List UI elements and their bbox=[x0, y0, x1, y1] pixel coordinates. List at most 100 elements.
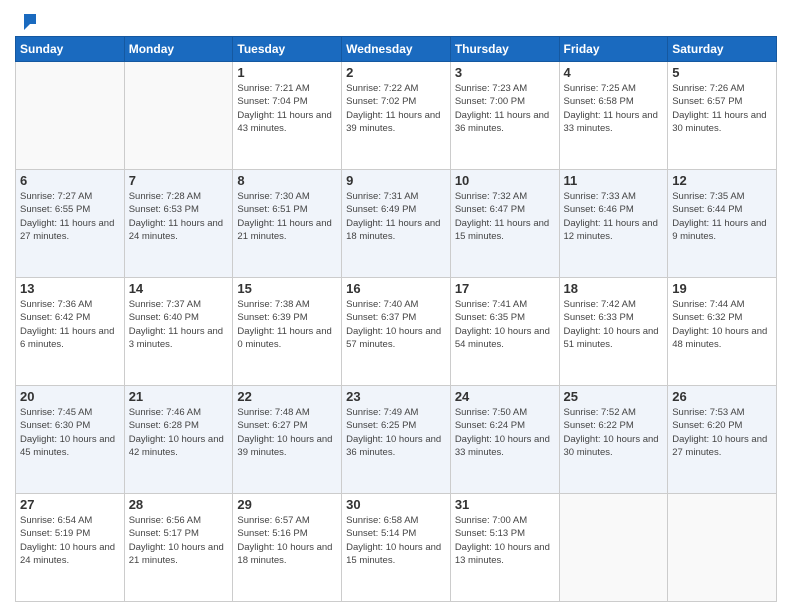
day-info: Sunrise: 7:30 AMSunset: 6:51 PMDaylight:… bbox=[237, 190, 337, 243]
day-number: 2 bbox=[346, 65, 446, 80]
day-number: 14 bbox=[129, 281, 229, 296]
day-info: Sunrise: 7:33 AMSunset: 6:46 PMDaylight:… bbox=[564, 190, 664, 243]
weekday-header: Thursday bbox=[450, 37, 559, 62]
calendar-cell: 30 Sunrise: 6:58 AMSunset: 5:14 PMDayligh… bbox=[342, 494, 451, 602]
day-number: 8 bbox=[237, 173, 337, 188]
day-number: 18 bbox=[564, 281, 664, 296]
weekday-header: Monday bbox=[124, 37, 233, 62]
day-number: 30 bbox=[346, 497, 446, 512]
calendar-cell: 21 Sunrise: 7:46 AMSunset: 6:28 PMDayligh… bbox=[124, 386, 233, 494]
calendar-cell: 17 Sunrise: 7:41 AMSunset: 6:35 PMDayligh… bbox=[450, 278, 559, 386]
calendar-cell: 26Sunrise: 7:53 AMSunset: 6:20 PMDayligh… bbox=[668, 386, 777, 494]
calendar: SundayMondayTuesdayWednesdayThursdayFrid… bbox=[15, 36, 777, 602]
day-info: Sunrise: 7:42 AMSunset: 6:33 PMDaylight:… bbox=[564, 298, 664, 351]
weekday-header: Wednesday bbox=[342, 37, 451, 62]
day-info: Sunrise: 7:49 AMSunset: 6:25 PMDaylight:… bbox=[346, 406, 446, 459]
day-info: Sunrise: 6:54 AMSunset: 5:19 PMDaylight:… bbox=[20, 514, 120, 567]
day-number: 5 bbox=[672, 65, 772, 80]
calendar-cell: 7 Sunrise: 7:28 AMSunset: 6:53 PMDaylight… bbox=[124, 170, 233, 278]
header bbox=[15, 10, 777, 28]
day-number: 6 bbox=[20, 173, 120, 188]
day-number: 21 bbox=[129, 389, 229, 404]
day-info: Sunrise: 6:58 AMSunset: 5:14 PMDaylight:… bbox=[346, 514, 446, 567]
calendar-week-row: 13 Sunrise: 7:36 AMSunset: 6:42 PMDayligh… bbox=[16, 278, 777, 386]
calendar-cell: 22 Sunrise: 7:48 AMSunset: 6:27 PMDayligh… bbox=[233, 386, 342, 494]
day-number: 20 bbox=[20, 389, 120, 404]
day-info: Sunrise: 7:41 AMSunset: 6:35 PMDaylight:… bbox=[455, 298, 555, 351]
day-info: Sunrise: 7:27 AMSunset: 6:55 PMDaylight:… bbox=[20, 190, 120, 243]
day-info: Sunrise: 7:22 AMSunset: 7:02 PMDaylight:… bbox=[346, 82, 446, 135]
day-info: Sunrise: 7:31 AMSunset: 6:49 PMDaylight:… bbox=[346, 190, 446, 243]
weekday-header-row: SundayMondayTuesdayWednesdayThursdayFrid… bbox=[16, 37, 777, 62]
day-info: Sunrise: 7:25 AMSunset: 6:58 PMDaylight:… bbox=[564, 82, 664, 135]
calendar-cell: 11 Sunrise: 7:33 AMSunset: 6:46 PMDayligh… bbox=[559, 170, 668, 278]
calendar-cell: 25 Sunrise: 7:52 AMSunset: 6:22 PMDayligh… bbox=[559, 386, 668, 494]
calendar-cell: 3Sunrise: 7:23 AMSunset: 7:00 PMDaylight… bbox=[450, 62, 559, 170]
day-info: Sunrise: 7:46 AMSunset: 6:28 PMDaylight:… bbox=[129, 406, 229, 459]
calendar-cell: 24Sunrise: 7:50 AMSunset: 6:24 PMDayligh… bbox=[450, 386, 559, 494]
day-info: Sunrise: 7:26 AMSunset: 6:57 PMDaylight:… bbox=[672, 82, 772, 135]
calendar-cell: 9 Sunrise: 7:31 AMSunset: 6:49 PMDaylight… bbox=[342, 170, 451, 278]
calendar-cell: 12 Sunrise: 7:35 AMSunset: 6:44 PMDayligh… bbox=[668, 170, 777, 278]
day-info: Sunrise: 7:36 AMSunset: 6:42 PMDaylight:… bbox=[20, 298, 120, 351]
calendar-week-row: 27 Sunrise: 6:54 AMSunset: 5:19 PMDayligh… bbox=[16, 494, 777, 602]
day-number: 25 bbox=[564, 389, 664, 404]
calendar-cell: 14 Sunrise: 7:37 AMSunset: 6:40 PMDayligh… bbox=[124, 278, 233, 386]
day-number: 15 bbox=[237, 281, 337, 296]
logo bbox=[15, 10, 38, 28]
weekday-header: Friday bbox=[559, 37, 668, 62]
day-number: 29 bbox=[237, 497, 337, 512]
day-number: 9 bbox=[346, 173, 446, 188]
calendar-cell: 10 Sunrise: 7:32 AMSunset: 6:47 PMDayligh… bbox=[450, 170, 559, 278]
day-info: Sunrise: 7:35 AMSunset: 6:44 PMDaylight:… bbox=[672, 190, 772, 243]
day-info: Sunrise: 7:45 AMSunset: 6:30 PMDaylight:… bbox=[20, 406, 120, 459]
day-info: Sunrise: 6:57 AMSunset: 5:16 PMDaylight:… bbox=[237, 514, 337, 567]
calendar-cell: 20 Sunrise: 7:45 AMSunset: 6:30 PMDayligh… bbox=[16, 386, 125, 494]
day-number: 16 bbox=[346, 281, 446, 296]
calendar-cell: 1Sunrise: 7:21 AMSunset: 7:04 PMDaylight… bbox=[233, 62, 342, 170]
calendar-cell: 13 Sunrise: 7:36 AMSunset: 6:42 PMDayligh… bbox=[16, 278, 125, 386]
calendar-cell: 27 Sunrise: 6:54 AMSunset: 5:19 PMDayligh… bbox=[16, 494, 125, 602]
calendar-cell: 23 Sunrise: 7:49 AMSunset: 6:25 PMDayligh… bbox=[342, 386, 451, 494]
day-number: 26 bbox=[672, 389, 772, 404]
day-info: Sunrise: 7:32 AMSunset: 6:47 PMDaylight:… bbox=[455, 190, 555, 243]
calendar-cell: 5 Sunrise: 7:26 AMSunset: 6:57 PMDaylight… bbox=[668, 62, 777, 170]
calendar-cell bbox=[559, 494, 668, 602]
day-number: 27 bbox=[20, 497, 120, 512]
day-info: Sunrise: 7:50 AMSunset: 6:24 PMDaylight:… bbox=[455, 406, 555, 459]
calendar-cell: 8 Sunrise: 7:30 AMSunset: 6:51 PMDaylight… bbox=[233, 170, 342, 278]
day-number: 19 bbox=[672, 281, 772, 296]
day-number: 7 bbox=[129, 173, 229, 188]
day-number: 13 bbox=[20, 281, 120, 296]
day-info: Sunrise: 7:44 AMSunset: 6:32 PMDaylight:… bbox=[672, 298, 772, 351]
calendar-week-row: 6 Sunrise: 7:27 AMSunset: 6:55 PMDaylight… bbox=[16, 170, 777, 278]
weekday-header: Saturday bbox=[668, 37, 777, 62]
day-info: Sunrise: 7:52 AMSunset: 6:22 PMDaylight:… bbox=[564, 406, 664, 459]
calendar-cell: 19 Sunrise: 7:44 AMSunset: 6:32 PMDayligh… bbox=[668, 278, 777, 386]
day-number: 12 bbox=[672, 173, 772, 188]
day-number: 11 bbox=[564, 173, 664, 188]
calendar-cell: 31Sunrise: 7:00 AMSunset: 5:13 PMDayligh… bbox=[450, 494, 559, 602]
day-info: Sunrise: 6:56 AMSunset: 5:17 PMDaylight:… bbox=[129, 514, 229, 567]
day-number: 10 bbox=[455, 173, 555, 188]
day-info: Sunrise: 7:37 AMSunset: 6:40 PMDaylight:… bbox=[129, 298, 229, 351]
day-info: Sunrise: 7:00 AMSunset: 5:13 PMDaylight:… bbox=[455, 514, 555, 567]
calendar-cell: 18 Sunrise: 7:42 AMSunset: 6:33 PMDayligh… bbox=[559, 278, 668, 386]
day-number: 4 bbox=[564, 65, 664, 80]
weekday-header: Tuesday bbox=[233, 37, 342, 62]
day-number: 23 bbox=[346, 389, 446, 404]
day-info: Sunrise: 7:28 AMSunset: 6:53 PMDaylight:… bbox=[129, 190, 229, 243]
day-number: 22 bbox=[237, 389, 337, 404]
day-number: 17 bbox=[455, 281, 555, 296]
calendar-cell: 16Sunrise: 7:40 AMSunset: 6:37 PMDayligh… bbox=[342, 278, 451, 386]
day-number: 28 bbox=[129, 497, 229, 512]
calendar-cell bbox=[668, 494, 777, 602]
day-info: Sunrise: 7:48 AMSunset: 6:27 PMDaylight:… bbox=[237, 406, 337, 459]
calendar-cell bbox=[124, 62, 233, 170]
calendar-cell: 28 Sunrise: 6:56 AMSunset: 5:17 PMDayligh… bbox=[124, 494, 233, 602]
calendar-cell: 15Sunrise: 7:38 AMSunset: 6:39 PMDayligh… bbox=[233, 278, 342, 386]
calendar-cell: 6 Sunrise: 7:27 AMSunset: 6:55 PMDaylight… bbox=[16, 170, 125, 278]
page: SundayMondayTuesdayWednesdayThursdayFrid… bbox=[0, 0, 792, 612]
day-info: Sunrise: 7:23 AMSunset: 7:00 PMDaylight:… bbox=[455, 82, 555, 135]
calendar-cell bbox=[16, 62, 125, 170]
